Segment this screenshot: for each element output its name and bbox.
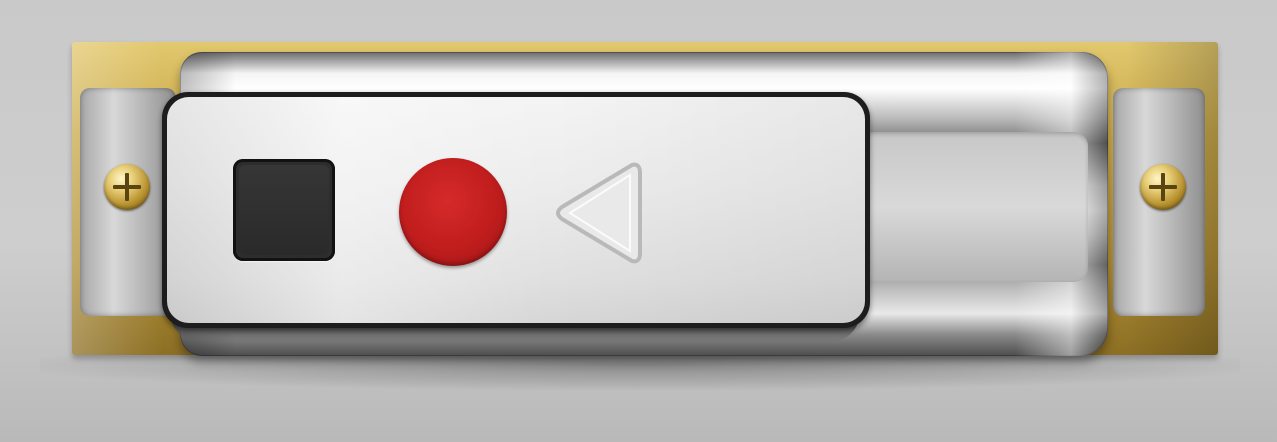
play-back-triangle-icon[interactable]: [552, 159, 644, 267]
left-screw-icon: [104, 164, 150, 210]
right-screw-icon: [1140, 164, 1186, 210]
record-circle-icon[interactable]: [399, 158, 507, 266]
product-render: [0, 0, 1277, 442]
latch-handle[interactable]: [162, 92, 870, 328]
latch-slot: [866, 132, 1088, 282]
handle-face: [167, 97, 865, 323]
stop-square-icon[interactable]: [233, 159, 335, 261]
